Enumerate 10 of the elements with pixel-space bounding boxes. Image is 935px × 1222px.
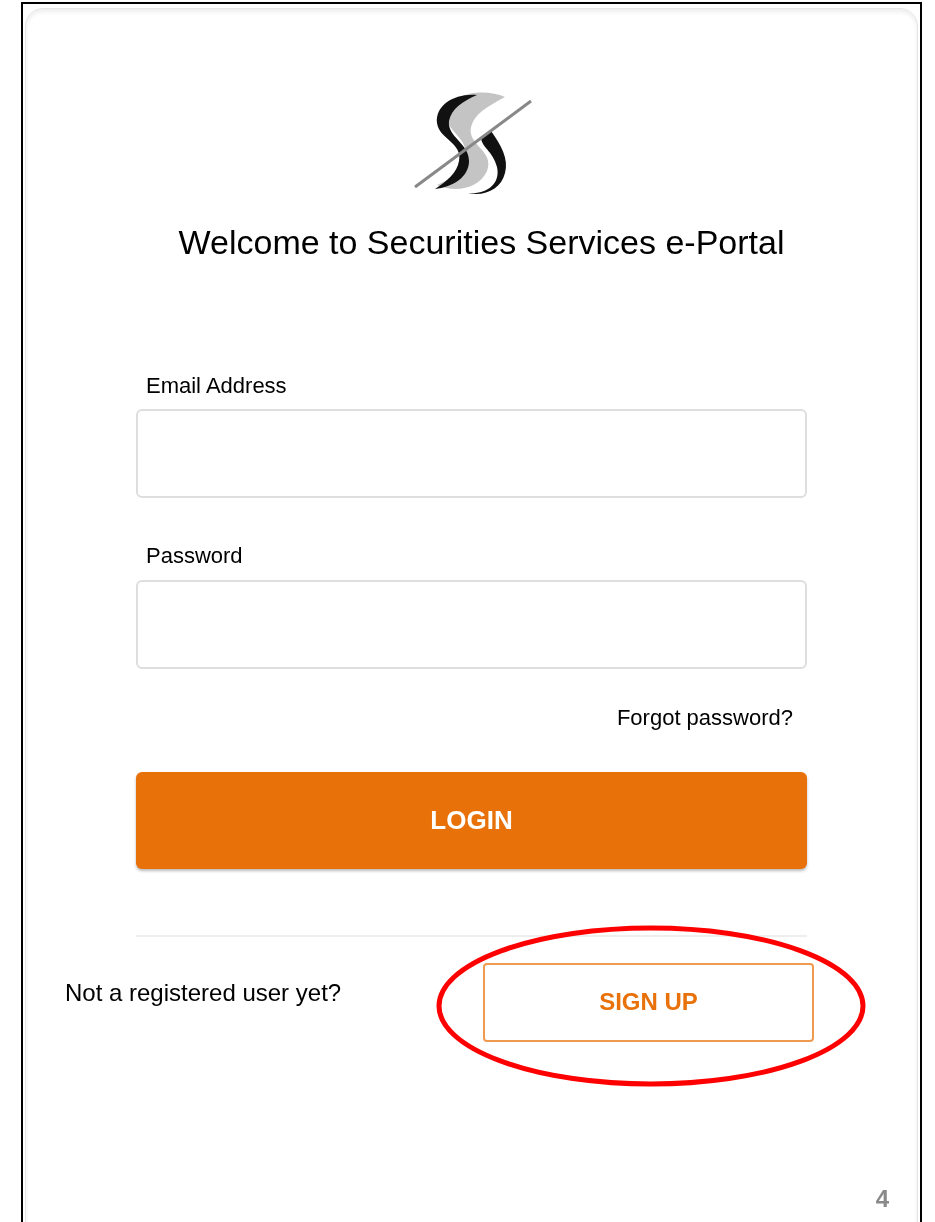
welcome-title: Welcome to Securities Services e-Portal xyxy=(177,222,786,263)
login-button[interactable]: LOGIN xyxy=(136,771,807,869)
page-number: 4 xyxy=(875,1184,889,1214)
field-label: Email Address xyxy=(146,371,288,399)
sign-up-button[interactable]: SIGN UP xyxy=(483,962,814,1042)
field-label: Password xyxy=(146,542,244,570)
signup-prompt: Not a registered user yet? xyxy=(65,978,343,1008)
forgot-password-link[interactable]: Forgot password? xyxy=(616,700,793,734)
input-field[interactable] xyxy=(136,409,807,498)
input-field[interactable] xyxy=(136,579,807,669)
